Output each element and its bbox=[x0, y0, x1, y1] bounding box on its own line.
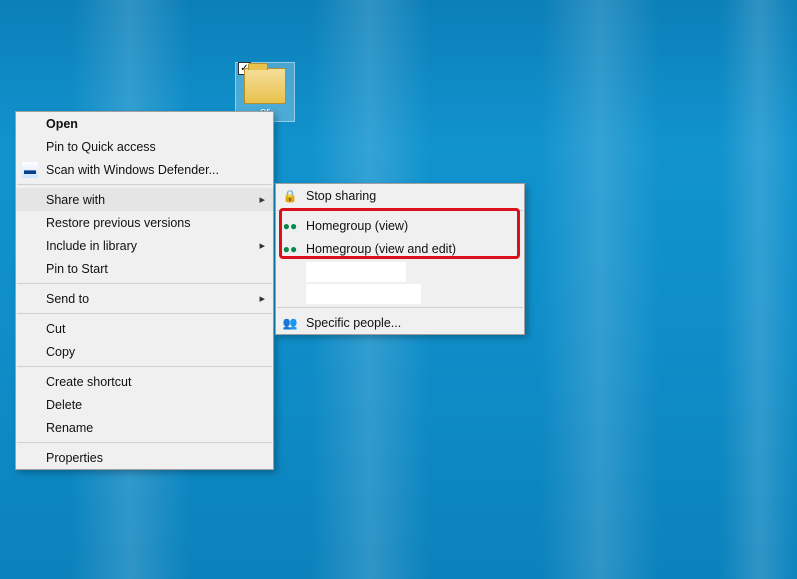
menu-properties[interactable]: Properties bbox=[16, 446, 273, 469]
submenu-specific-people-label: Specific people... bbox=[306, 316, 401, 330]
defender-shield-icon: ▬ bbox=[22, 162, 38, 178]
separator bbox=[277, 307, 523, 308]
menu-share-with[interactable]: Share with ▸ bbox=[16, 188, 273, 211]
lock-icon: 🔒 bbox=[282, 188, 298, 204]
menu-rename[interactable]: Rename bbox=[16, 416, 273, 439]
homegroup-icon: ●● bbox=[282, 241, 298, 257]
submenu-specific-people[interactable]: 👥 Specific people... bbox=[276, 311, 524, 334]
redacted-item bbox=[306, 284, 421, 304]
menu-pin-start[interactable]: Pin to Start bbox=[16, 257, 273, 280]
menu-scan-defender-label: Scan with Windows Defender... bbox=[46, 163, 219, 177]
menu-cut[interactable]: Cut bbox=[16, 317, 273, 340]
menu-delete[interactable]: Delete bbox=[16, 393, 273, 416]
homegroup-icon: ●● bbox=[282, 218, 298, 234]
bg-stripe bbox=[540, 0, 660, 579]
menu-pin-quick-access[interactable]: Pin to Quick access bbox=[16, 135, 273, 158]
menu-open[interactable]: Open bbox=[16, 112, 273, 135]
chevron-right-icon: ▸ bbox=[259, 239, 265, 252]
folder-icon bbox=[244, 68, 286, 104]
separator bbox=[17, 283, 272, 284]
menu-include-library-label: Include in library bbox=[46, 239, 137, 253]
menu-share-with-label: Share with bbox=[46, 193, 105, 207]
menu-restore-previous[interactable]: Restore previous versions bbox=[16, 211, 273, 234]
chevron-right-icon: ▸ bbox=[259, 193, 265, 206]
submenu-stop-sharing[interactable]: 🔒 Stop sharing bbox=[276, 184, 524, 207]
separator bbox=[17, 184, 272, 185]
separator bbox=[277, 210, 523, 211]
submenu-homegroup-view[interactable]: ●● Homegroup (view) bbox=[276, 214, 524, 237]
separator bbox=[17, 366, 272, 367]
menu-send-to-label: Send to bbox=[46, 292, 89, 306]
separator bbox=[17, 313, 272, 314]
submenu-homegroup-view-label: Homegroup (view) bbox=[306, 219, 408, 233]
menu-include-library[interactable]: Include in library ▸ bbox=[16, 234, 273, 257]
redacted-item bbox=[306, 262, 406, 282]
context-menu: Open Pin to Quick access ▬ Scan with Win… bbox=[15, 111, 274, 470]
separator bbox=[17, 442, 272, 443]
submenu-homegroup-edit[interactable]: ●● Homegroup (view and edit) bbox=[276, 237, 524, 260]
bg-stripe bbox=[720, 0, 797, 579]
submenu-stop-sharing-label: Stop sharing bbox=[306, 189, 376, 203]
submenu-homegroup-edit-label: Homegroup (view and edit) bbox=[306, 242, 456, 256]
menu-scan-defender[interactable]: ▬ Scan with Windows Defender... bbox=[16, 158, 273, 181]
chevron-right-icon: ▸ bbox=[259, 292, 265, 305]
people-icon: 👥 bbox=[282, 315, 298, 331]
menu-send-to[interactable]: Send to ▸ bbox=[16, 287, 273, 310]
share-with-submenu: 🔒 Stop sharing ●● Homegroup (view) ●● Ho… bbox=[275, 183, 525, 335]
menu-create-shortcut[interactable]: Create shortcut bbox=[16, 370, 273, 393]
menu-copy[interactable]: Copy bbox=[16, 340, 273, 363]
